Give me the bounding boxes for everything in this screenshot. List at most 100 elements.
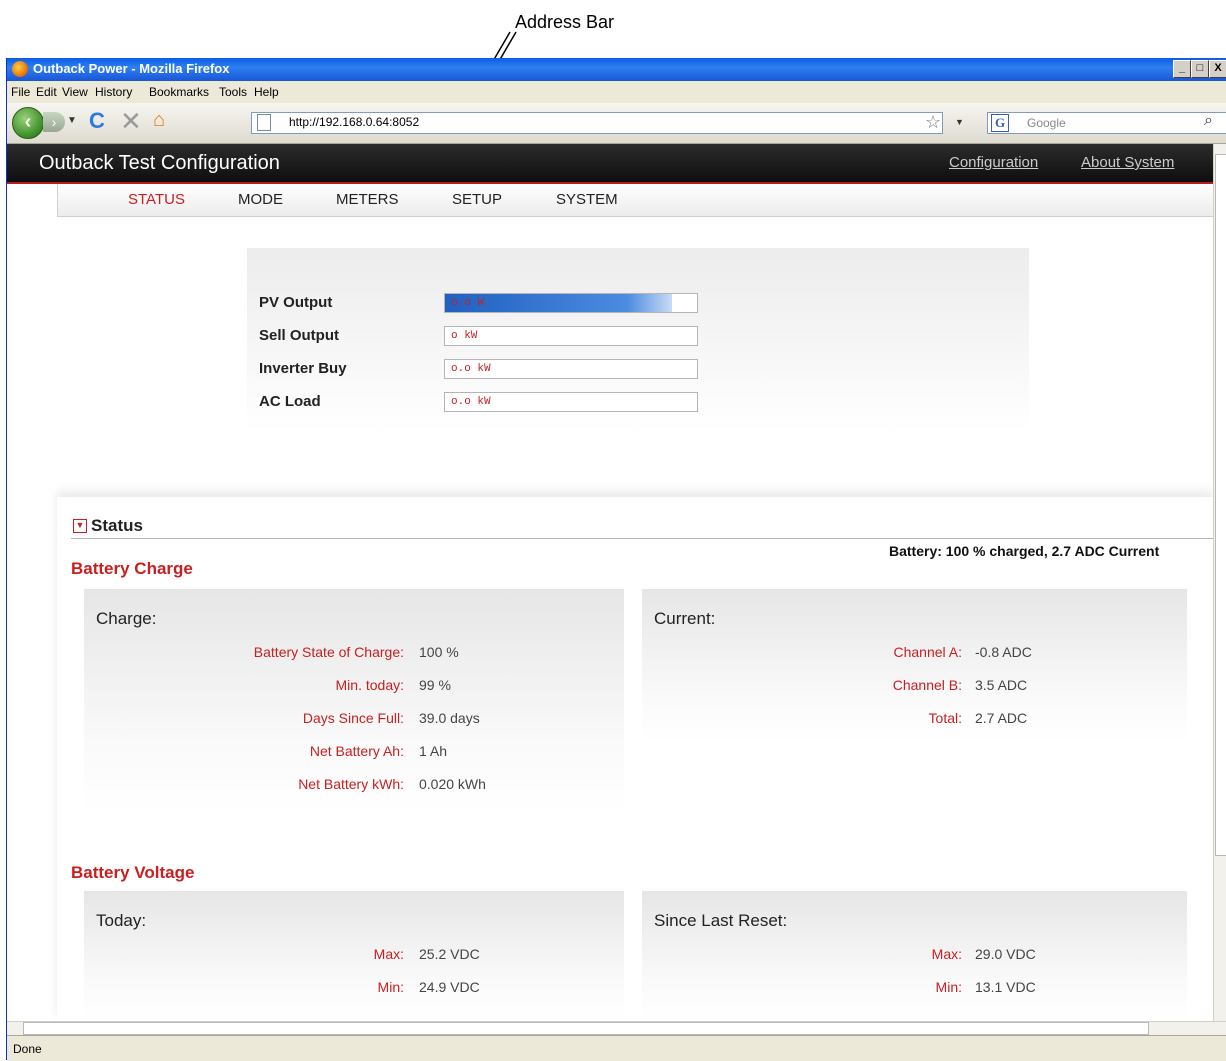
- history-dropdown-button[interactable]: ▼: [67, 115, 77, 126]
- horizontal-scroll-thumb[interactable]: [23, 1022, 1149, 1035]
- status-heading: Status: [91, 516, 143, 535]
- current-card: Current: Channel A: -0.8 ADC Channel B: …: [642, 589, 1187, 744]
- search-icon[interactable]: ⌕: [1204, 112, 1213, 130]
- configuration-link[interactable]: Configuration: [949, 154, 1038, 171]
- close-button[interactable]: X: [1209, 60, 1226, 78]
- google-icon[interactable]: G: [991, 114, 1009, 132]
- min-today-label: Min. today:: [335, 677, 404, 693]
- ac-load-value: o.o kW: [451, 396, 491, 408]
- charge-card: Charge: Battery State of Charge: 100 % M…: [84, 589, 624, 811]
- channel-b-value: 3.5 ADC: [975, 677, 1028, 693]
- menu-view[interactable]: View: [62, 85, 88, 99]
- tab-setup[interactable]: SETUP: [452, 191, 502, 208]
- tab-meters[interactable]: METERS: [336, 191, 399, 208]
- bookmark-star-icon[interactable]: ☆: [925, 112, 941, 133]
- net-battery-ah-value: 1 Ah: [419, 743, 448, 759]
- forward-icon: ›: [51, 114, 57, 130]
- address-url[interactable]: http://192.168.0.64:8052: [289, 115, 419, 129]
- menu-file[interactable]: File: [11, 85, 30, 99]
- state-of-charge-label: Battery State of Charge:: [253, 644, 404, 660]
- chevron-down-icon: ▼: [67, 115, 77, 126]
- net-battery-kwh-value: 0.020 kWh: [419, 776, 486, 792]
- sell-output-value: o kW: [451, 330, 478, 342]
- reset-max-label: Max:: [931, 946, 962, 962]
- search-placeholder[interactable]: Google: [1027, 116, 1066, 130]
- page-icon: [257, 114, 271, 131]
- window-title: Outback Power - Mozilla Firefox: [33, 61, 230, 76]
- inverter-buy-field: o.o kW: [444, 359, 698, 379]
- address-bar-annotation: Address Bar: [515, 12, 615, 32]
- home-icon: ⌂: [153, 109, 166, 131]
- about-system-link[interactable]: About System: [1081, 154, 1174, 171]
- total-current-label: Total:: [928, 710, 962, 726]
- total-current-value: 2.7 ADC: [975, 710, 1028, 726]
- home-button[interactable]: ⌂: [153, 109, 165, 132]
- channel-a-value: -0.8 ADC: [975, 644, 1032, 660]
- menu-bookmarks[interactable]: Bookmarks: [149, 85, 209, 99]
- ac-load-field: o.o kW: [444, 392, 698, 412]
- browser-window: Outback Power - Mozilla Firefox _ □ X Fi…: [6, 58, 1226, 1061]
- back-button[interactable]: ‹: [12, 107, 44, 139]
- days-since-full-value: 39.0 days: [419, 710, 480, 726]
- sell-output-label: Sell Output: [259, 327, 339, 344]
- since-reset-card-title: Since Last Reset:: [654, 911, 788, 930]
- today-max-value: 25.2 VDC: [419, 946, 480, 962]
- reset-max-value: 29.0 VDC: [975, 946, 1036, 962]
- today-card-title: Today:: [96, 911, 147, 930]
- pv-output-value: o.o W: [451, 297, 485, 309]
- inverter-buy-label: Inverter Buy: [259, 360, 347, 377]
- since-reset-voltage-card: Since Last Reset: Max: 29.0 VDC Min: 13.…: [642, 891, 1187, 1021]
- status-bar: Done: [7, 1035, 1226, 1061]
- divider: [71, 538, 1213, 539]
- forward-button[interactable]: ›: [43, 112, 65, 132]
- tab-system[interactable]: SYSTEM: [556, 191, 618, 208]
- main-nav: STATUS MODE METERS SETUP SYSTEM: [57, 184, 1213, 217]
- inverter-buy-value: o.o kW: [451, 363, 491, 375]
- pv-output-label: PV Output: [259, 294, 333, 311]
- tab-status[interactable]: STATUS: [128, 191, 185, 208]
- stop-button[interactable]: ✕: [120, 106, 142, 137]
- firefox-icon: [12, 61, 28, 77]
- back-icon: ‹: [24, 111, 32, 133]
- menu-edit[interactable]: Edit: [36, 85, 57, 99]
- reset-min-label: Min:: [935, 979, 962, 995]
- minimize-button[interactable]: _: [1173, 60, 1191, 78]
- vertical-scroll-thumb[interactable]: [1215, 154, 1226, 856]
- battery-charge-heading: Battery Charge: [71, 559, 193, 578]
- sell-output-field: o kW: [444, 326, 698, 346]
- reload-button[interactable]: C: [89, 108, 105, 134]
- channel-b-label: Channel B:: [892, 677, 962, 693]
- today-voltage-card: Today: Max: 25.2 VDC Min: 24.9 VDC: [84, 891, 624, 1021]
- site-title: Outback Test Configuration: [39, 152, 280, 174]
- channel-a-label: Channel A:: [893, 644, 963, 660]
- menu-help[interactable]: Help: [254, 85, 279, 99]
- address-dropdown-button[interactable]: ▼: [955, 117, 964, 127]
- battery-summary: Battery: 100 % charged, 2.7 ADC Current: [889, 543, 1160, 559]
- days-since-full-label: Days Since Full:: [302, 710, 404, 726]
- battery-voltage-heading: Battery Voltage: [71, 863, 195, 882]
- charge-card-title: Charge:: [96, 609, 157, 628]
- menu-history[interactable]: History: [95, 85, 132, 99]
- ac-load-label: AC Load: [259, 393, 321, 410]
- navigation-toolbar: ‹ › ▼ C ✕ ⌂ http://192.168.0.64:8052 ☆ ▼…: [7, 103, 1226, 144]
- stop-icon: ✕: [120, 106, 142, 136]
- min-today-value: 99 %: [419, 677, 451, 693]
- reload-icon: C: [89, 108, 105, 133]
- menu-bar: File Edit View History Bookmarks Tools H…: [7, 81, 1226, 103]
- current-card-title: Current:: [654, 609, 716, 628]
- reset-min-value: 13.1 VDC: [975, 979, 1036, 995]
- site-header: Outback Test Configuration Configuration…: [7, 144, 1213, 184]
- title-bar: Outback Power - Mozilla Firefox _ □ X: [7, 58, 1226, 81]
- collapse-toggle-icon[interactable]: ▼: [73, 519, 87, 533]
- maximize-button[interactable]: □: [1191, 60, 1209, 78]
- today-min-label: Min:: [377, 979, 404, 995]
- search-input[interactable]: [987, 112, 1226, 134]
- net-battery-ah-label: Net Battery Ah:: [309, 743, 404, 759]
- power-readouts-panel: PV Output o.o W Sell Output o kW Inverte…: [247, 248, 1029, 433]
- net-battery-kwh-label: Net Battery kWh:: [298, 776, 404, 792]
- status-text: Done: [13, 1042, 42, 1056]
- today-max-label: Max:: [373, 946, 404, 962]
- state-of-charge-value: 100 %: [419, 644, 459, 660]
- menu-tools[interactable]: Tools: [219, 85, 247, 99]
- tab-mode[interactable]: MODE: [238, 191, 283, 208]
